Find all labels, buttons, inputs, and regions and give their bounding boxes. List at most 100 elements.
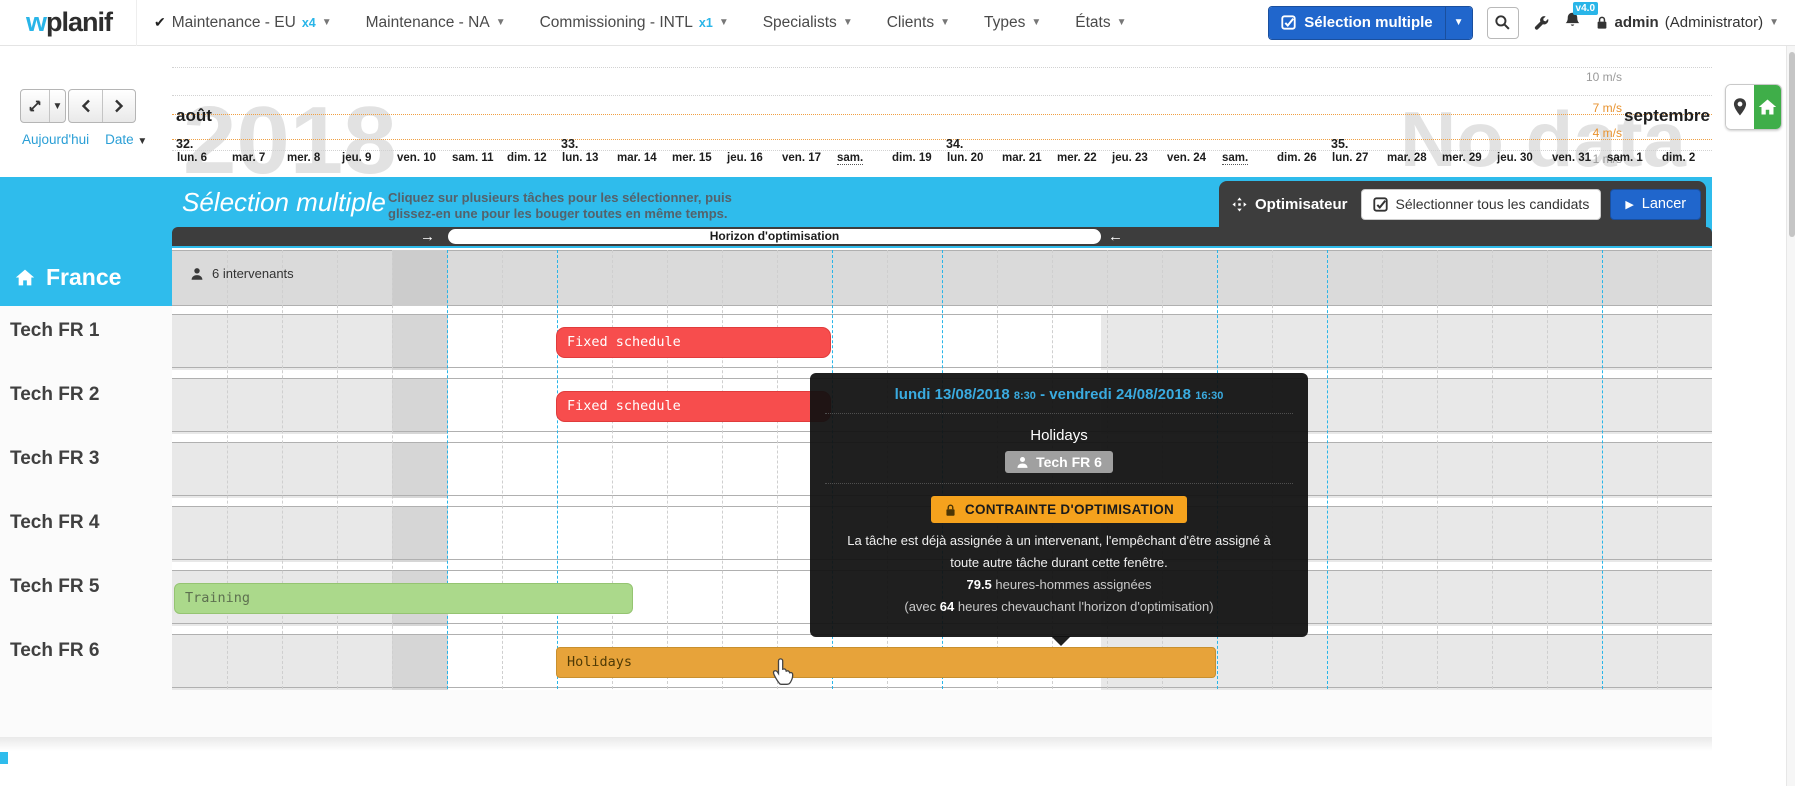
chevron-down-icon: ▼ xyxy=(496,17,506,28)
date-links: Aujourd'hui Date ▼ xyxy=(22,132,147,147)
task-bar-training[interactable]: Training xyxy=(174,583,633,614)
nav-item-types[interactable]: Types▼ xyxy=(967,14,1058,32)
day-label: jeu. 30 xyxy=(1497,152,1533,164)
tooltip-divider xyxy=(825,483,1293,484)
zoom-range-button[interactable]: ▼ xyxy=(20,89,66,123)
map-pin-icon xyxy=(1732,97,1748,117)
day-label: mer. 22 xyxy=(1057,152,1097,164)
chevron-down-icon: ▼ xyxy=(940,17,950,28)
nav-item-specialists[interactable]: Specialists▼ xyxy=(746,14,870,32)
day-label: sam. 1 xyxy=(1607,152,1643,164)
horizon-slider[interactable]: Horizon d'optimisation xyxy=(448,229,1101,244)
day-gridline xyxy=(1657,250,1658,689)
weekend-boundary-line xyxy=(447,250,448,689)
day-label: mer. 8 xyxy=(287,152,320,164)
chevron-left-icon xyxy=(81,99,91,113)
multi-select-dropdown[interactable]: ▼ xyxy=(1445,7,1472,39)
nav-item-tats[interactable]: États▼ xyxy=(1058,14,1143,32)
day-gridline xyxy=(502,250,503,689)
task-bar-holidays[interactable]: Holidays xyxy=(556,647,1216,678)
day-gridline xyxy=(282,250,283,689)
row-label-tech-fr-6: Tech FR 6 xyxy=(10,640,99,662)
day-label: dim. 12 xyxy=(507,152,547,164)
nav-item-maintenance-eu[interactable]: ✔Maintenance - EUx4▼ xyxy=(137,14,349,32)
prev-button[interactable] xyxy=(69,90,102,122)
day-label: dim. 2 xyxy=(1662,152,1695,164)
constraint-chip: CONTRAINTE D'OPTIMISATION xyxy=(931,496,1187,523)
notifications-button[interactable]: v4.0 xyxy=(1564,11,1581,34)
chevron-down-icon: ▼ xyxy=(719,17,729,28)
day-label: sam. xyxy=(1222,152,1248,165)
day-gridline xyxy=(392,250,393,689)
day-gridline xyxy=(612,250,613,689)
check-square-icon xyxy=(1281,15,1296,30)
group-meta-label: 6 intervenants xyxy=(212,266,294,281)
optimizer-menu[interactable]: Optimisateur xyxy=(1228,196,1352,213)
banner-description: Cliquez sur plusieurs tâches pour les sé… xyxy=(388,190,732,222)
person-icon xyxy=(190,267,204,281)
wind-gridline xyxy=(172,67,1712,68)
settings-wrench-button[interactable] xyxy=(1533,14,1550,31)
count-badge: x4 xyxy=(302,16,316,30)
horizon-right-handle[interactable]: ← xyxy=(1108,227,1123,246)
day-label: lun. 20 xyxy=(947,152,983,164)
search-button[interactable] xyxy=(1487,7,1519,39)
week-number: 34. xyxy=(946,137,963,151)
version-badge: v4.0 xyxy=(1573,2,1598,15)
wind-speed-label: 10 m/s xyxy=(1586,70,1622,84)
bottom-left-accent xyxy=(0,752,8,764)
chevron-down-icon: ▼ xyxy=(843,17,853,28)
home-button[interactable] xyxy=(1754,85,1782,129)
group-header-france[interactable]: France xyxy=(0,248,172,306)
schedule-panel: France Tech FR 1Tech FR 2Tech FR 3Tech F… xyxy=(0,248,1712,737)
check-square-icon xyxy=(1373,197,1388,212)
date-link[interactable]: Date ▼ xyxy=(105,132,147,147)
lock-icon xyxy=(1595,15,1609,30)
select-all-candidates-button[interactable]: Sélectionner tous les candidats xyxy=(1361,189,1602,220)
task-bar-fixed-schedule[interactable]: Fixed schedule xyxy=(556,327,831,358)
search-icon xyxy=(1494,14,1511,31)
day-gridline xyxy=(667,250,668,689)
horizon-left-handle[interactable]: → xyxy=(420,227,435,246)
map-pin-button[interactable] xyxy=(1726,85,1754,129)
day-gridline xyxy=(1492,250,1493,689)
next-button[interactable] xyxy=(102,90,135,122)
user-menu[interactable]: admin (Administrator) ▼ xyxy=(1595,14,1779,31)
weekend-boundary-line xyxy=(1602,250,1603,689)
day-label: jeu. 9 xyxy=(342,152,371,164)
wind-gridline xyxy=(172,95,1712,96)
nav-item-clients[interactable]: Clients▼ xyxy=(870,14,967,32)
vertical-scrollbar[interactable] xyxy=(1786,46,1795,786)
group-meta: 6 intervenants xyxy=(190,266,294,281)
day-gridline xyxy=(1382,250,1383,689)
tooltip-date-range: lundi 13/08/2018 8:30 - vendredi 24/08/2… xyxy=(895,386,1224,403)
wind-gridline xyxy=(172,114,1712,115)
row-label-tech-fr-2: Tech FR 2 xyxy=(10,384,99,406)
launch-button[interactable]: ▶ Lancer xyxy=(1610,189,1701,220)
nav-item-commissioning-intl[interactable]: Commissioning - INTLx1▼ xyxy=(523,14,746,32)
task-bar-fixed-schedule[interactable]: Fixed schedule xyxy=(556,391,831,422)
tooltip-body: La tâche est déjà assignée à un interven… xyxy=(847,530,1270,618)
mouse-cursor xyxy=(770,655,796,685)
day-gridline xyxy=(227,250,228,689)
day-label: ven. 10 xyxy=(397,152,436,164)
today-link[interactable]: Aujourd'hui xyxy=(22,132,89,147)
week-number: 35. xyxy=(1331,137,1348,151)
timeline-lanes[interactable]: 6 intervenants Fixed schedule Fixed sched… xyxy=(172,248,1712,690)
scrollbar-thumb[interactable] xyxy=(1789,52,1795,237)
day-label: ven. 31 xyxy=(1552,152,1591,164)
multi-select-button[interactable]: Sélection multiple ▼ xyxy=(1268,6,1472,40)
tooltip-divider xyxy=(825,413,1293,414)
select-all-label: Sélectionner tous les candidats xyxy=(1396,196,1590,212)
wind-speed-label: 4 m/s xyxy=(1593,126,1622,140)
count-badge: x1 xyxy=(699,16,713,30)
chevron-down-icon: ▼ xyxy=(1117,17,1127,28)
launch-label: Lancer xyxy=(1642,196,1686,212)
multi-select-label: Sélection multiple xyxy=(1304,14,1432,31)
row-label-tech-fr-1: Tech FR 1 xyxy=(10,320,99,342)
app-logo[interactable]: wplanif xyxy=(0,7,136,38)
nav-item-maintenance-na[interactable]: Maintenance - NA▼ xyxy=(349,14,523,32)
group-name: France xyxy=(46,264,121,291)
date-scale[interactable]: 2018 No data 10 m/s 7 m/s 4 m/s 1 m/s ao… xyxy=(172,46,1712,177)
day-label: mar. 14 xyxy=(617,152,657,164)
